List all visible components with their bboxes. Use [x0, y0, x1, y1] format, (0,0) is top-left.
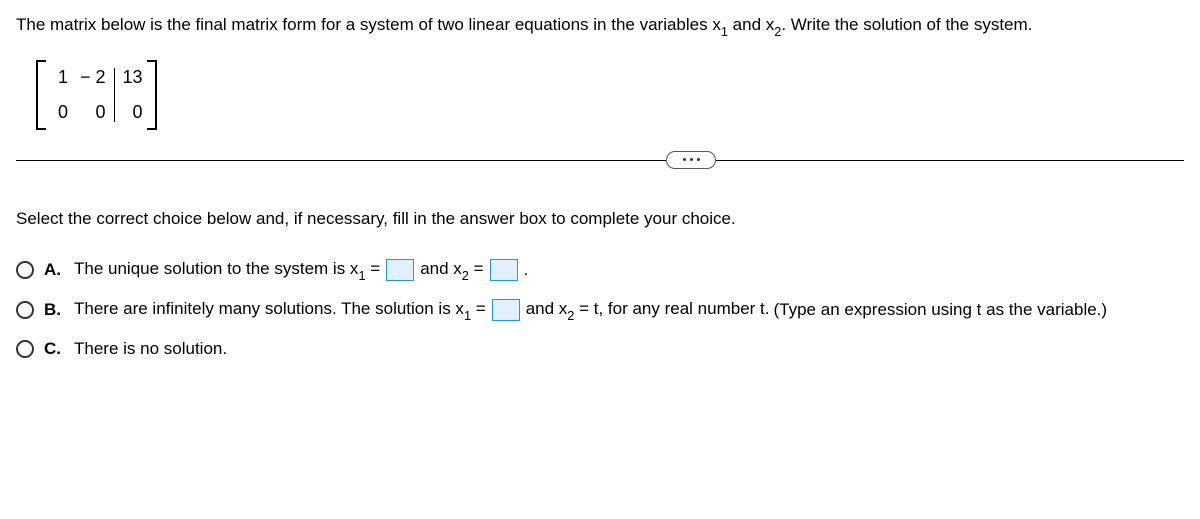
- choice-c-text: There is no solution.: [74, 339, 227, 359]
- bracket-left: [36, 60, 46, 130]
- more-button[interactable]: [666, 151, 716, 169]
- matrix-cell: 0: [125, 102, 143, 123]
- choices-group: A. The unique solution to the system is …: [16, 259, 1184, 360]
- answer-input-a1[interactable]: [386, 259, 414, 281]
- choice-c: C. There is no solution.: [16, 339, 1184, 359]
- answer-input-b1[interactable]: [492, 299, 520, 321]
- radio-b[interactable]: [16, 301, 34, 319]
- problem-statement: The matrix below is the final matrix for…: [16, 12, 1184, 40]
- choice-letter: B.: [44, 300, 64, 320]
- matrix-cell: − 2: [80, 67, 106, 88]
- radio-a[interactable]: [16, 261, 34, 279]
- matrix-augment-divider: [114, 68, 115, 122]
- choice-b: B. There are infinitely many solutions. …: [16, 299, 1184, 321]
- answer-input-a2[interactable]: [490, 259, 518, 281]
- hint-text: (Type an expression using t as the varia…: [774, 300, 1108, 320]
- choice-a: A. The unique solution to the system is …: [16, 259, 1184, 281]
- choice-a-text: The unique solution to the system is x1 …: [74, 259, 528, 281]
- instruction-text: Select the correct choice below and, if …: [16, 209, 1184, 229]
- choice-letter: C.: [44, 339, 64, 359]
- bracket-right: [147, 60, 157, 130]
- choice-letter: A.: [44, 260, 64, 280]
- matrix: 1 0 − 2 0 13 0: [36, 60, 1184, 130]
- matrix-cell: 0: [50, 102, 68, 123]
- matrix-cell: 0: [88, 102, 106, 123]
- divider: [16, 160, 1184, 161]
- radio-c[interactable]: [16, 340, 34, 358]
- matrix-cell: 13: [123, 67, 143, 88]
- matrix-cell: 1: [50, 67, 68, 88]
- choice-b-text: There are infinitely many solutions. The…: [74, 299, 1107, 321]
